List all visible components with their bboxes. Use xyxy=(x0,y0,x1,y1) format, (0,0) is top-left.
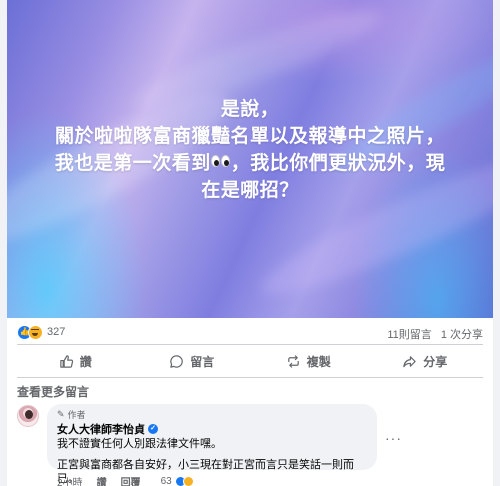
divider xyxy=(17,344,483,345)
comment-options-icon[interactable]: ··· xyxy=(385,430,402,446)
post-text-line: 在是哪招？ xyxy=(201,179,299,201)
post-text-segment: 我也是第一次看到 xyxy=(54,152,211,174)
haha-reaction-icon xyxy=(28,325,43,340)
copy-arrows-icon xyxy=(287,354,299,368)
comment-text-line: 我不證實任何人別跟法律文件嘿。 xyxy=(57,438,222,450)
share-arrow-icon xyxy=(403,355,416,367)
divider xyxy=(17,377,483,378)
view-more-comments-link[interactable]: 查看更多留言 xyxy=(17,383,89,400)
post-text-line: 我也是第一次看到 ，我比你們更狀況外，現 xyxy=(7,150,493,177)
post-text-line: 關於啦啦隊富商獵豔名單以及報導中之照片， xyxy=(54,125,445,147)
post-text-segment: ，我比你們更狀況外，現 xyxy=(230,152,446,174)
reaction-count[interactable]: 327 xyxy=(47,326,65,338)
share-button[interactable]: 分享 xyxy=(367,347,484,375)
post-stats: 👍 327 11則留言 1 次分享 xyxy=(17,323,487,343)
comment-meta: 2小時 讚 回覆 63 xyxy=(57,474,194,486)
eyes-emoji-icon xyxy=(211,148,231,175)
comment-reaction-count[interactable]: 63 xyxy=(161,476,172,486)
copy-label: 複製 xyxy=(306,354,331,369)
post-background-banner: 是說， 關於啦啦隊富商獵豔名單以及報導中之照片， 我也是第一次看到 ，我比你們更狀… xyxy=(7,0,493,318)
post-text: 是說， 關於啦啦隊富商獵豔名單以及報導中之照片， 我也是第一次看到 ，我比你們更狀… xyxy=(7,96,493,204)
haha-reaction-icon xyxy=(182,476,194,486)
comment-reply-button[interactable]: 回覆 xyxy=(121,474,141,486)
like-label: 讚 xyxy=(79,354,92,369)
comment-like-button[interactable]: 讚 xyxy=(97,474,107,486)
avatar[interactable] xyxy=(17,405,39,427)
share-count[interactable]: 1 次分享 xyxy=(441,329,483,341)
author-badge-label: 作者 xyxy=(67,410,86,420)
comment-bubble: ✎ 作者 女人大律師李怡貞 ✓ 我不證實任何人別跟法律文件嘿。 正宮與富商都各自… xyxy=(47,404,377,485)
post-text-line: 是說， xyxy=(220,98,280,120)
comment-author-name[interactable]: 女人大律師李怡貞 xyxy=(57,421,145,437)
comment-author: 女人大律師李怡貞 ✓ xyxy=(57,421,367,437)
comment-timestamp[interactable]: 2小時 xyxy=(57,474,83,486)
copy-button[interactable]: 複製 xyxy=(250,347,367,375)
like-button[interactable]: 讚 xyxy=(17,347,134,375)
post-action-bar: 讚 留言 複製 分享 xyxy=(17,347,483,375)
thumbs-up-icon xyxy=(60,354,73,368)
post-card: 是說， 關於啦啦隊富商獵豔名單以及報導中之照片， 我也是第一次看到 ，我比你們更狀… xyxy=(7,0,493,486)
comment-label: 留言 xyxy=(190,354,215,369)
comment-bubble-icon xyxy=(170,354,184,368)
share-label: 分享 xyxy=(423,354,448,369)
comment-button[interactable]: 留言 xyxy=(134,347,251,375)
verified-badge-icon: ✓ xyxy=(148,424,158,434)
pencil-icon: ✎ xyxy=(57,409,65,419)
comment-count[interactable]: 11則留言 xyxy=(387,329,431,341)
author-badge: ✎ 作者 xyxy=(57,409,367,420)
